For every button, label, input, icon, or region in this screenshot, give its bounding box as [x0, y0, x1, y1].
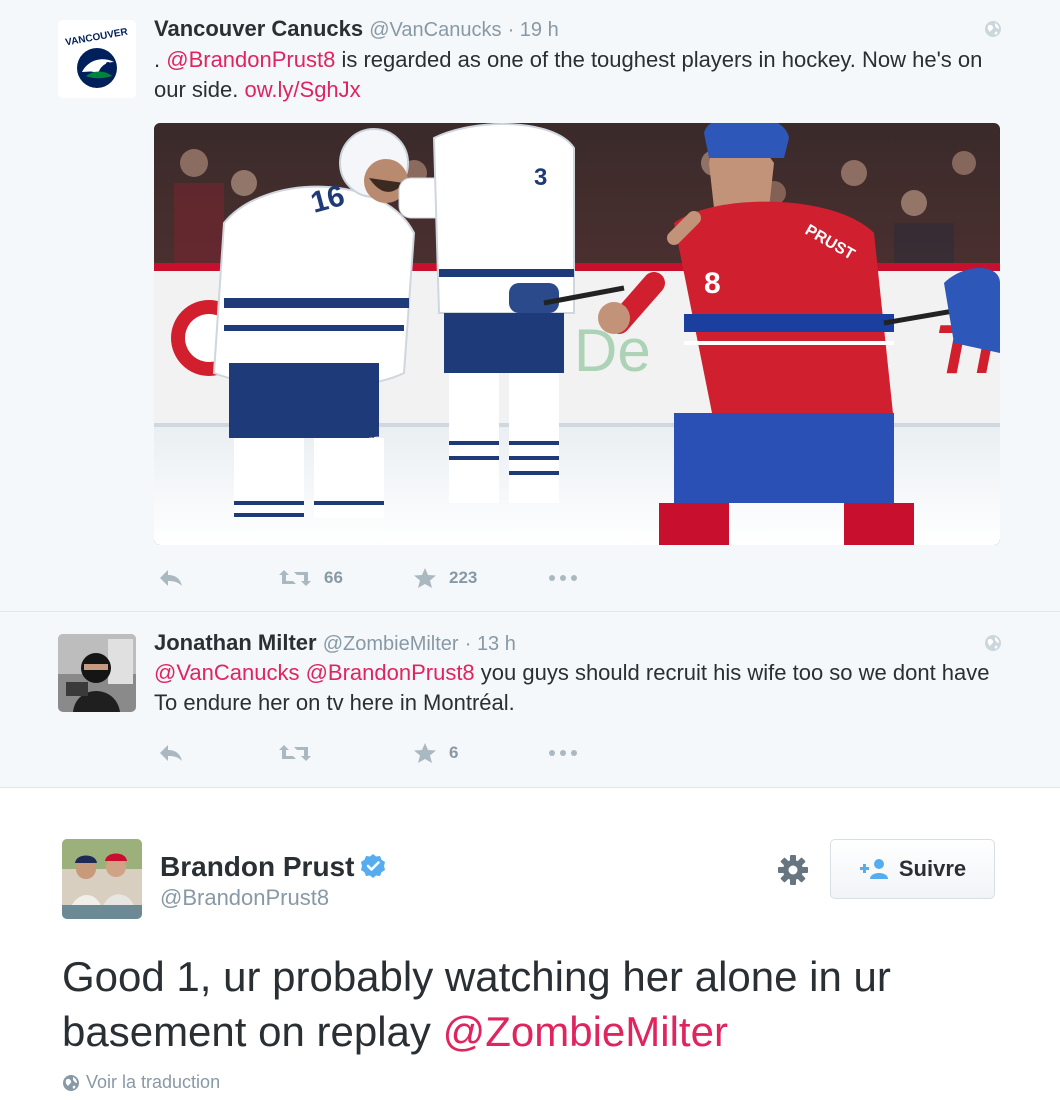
- tweet-jonathan-milter[interactable]: Jonathan Milter @ZombieMilter · 13 h @Va…: [0, 612, 1060, 788]
- like-count: 223: [449, 568, 478, 587]
- retweet-button[interactable]: [278, 743, 413, 763]
- retweet-count: 66: [324, 568, 343, 587]
- tweet-time[interactable]: 19 h: [520, 19, 559, 41]
- globe-icon: [985, 21, 1001, 37]
- follow-button[interactable]: Suivre: [830, 839, 995, 899]
- featured-tweet: Brandon Prust @BrandonPrust8 Suivre Good…: [0, 789, 1060, 1100]
- star-icon: [414, 743, 436, 763]
- like-button[interactable]: 6: [413, 742, 548, 764]
- tweet-header: Jonathan Milter @ZombieMilter · 13 h: [154, 630, 516, 656]
- tweet-actions: 6: [158, 740, 580, 766]
- tweet-text: Good 1, ur probably watching her alone i…: [62, 949, 1022, 1059]
- author-name[interactable]: Brandon Prust: [160, 851, 386, 883]
- reply-icon: [160, 570, 182, 586]
- svg-text:3: 3: [534, 164, 547, 191]
- add-user-icon: [859, 859, 888, 879]
- author-username[interactable]: @VanCanucks: [369, 19, 501, 41]
- retweet-button[interactable]: 66: [278, 568, 413, 588]
- tweet-text: @VanCanucks @BrandonPrust8 you guys shou…: [154, 658, 1004, 718]
- like-button[interactable]: 223: [413, 567, 548, 589]
- avatar-brandon-prust[interactable]: [62, 839, 142, 919]
- reply-button[interactable]: [158, 743, 278, 763]
- svg-text:8: 8: [704, 267, 721, 300]
- like-count: 6: [449, 743, 459, 762]
- author-name-text: Brandon Prust: [160, 851, 355, 882]
- reply-button[interactable]: [158, 568, 278, 588]
- follow-label: Suivre: [898, 856, 967, 881]
- star-icon: [414, 568, 436, 588]
- globe-icon: [63, 1074, 79, 1091]
- separator: ·: [507, 19, 520, 41]
- reply-icon: [160, 745, 182, 761]
- globe-icon: [985, 635, 1001, 651]
- tweet-photo[interactable]: De Ti 16 BAUER 3 8 PRUST: [154, 123, 1000, 545]
- retweet-icon: [279, 570, 311, 586]
- separator: ·: [464, 633, 477, 655]
- author-name[interactable]: Jonathan Milter: [154, 630, 317, 655]
- tweet-actions: 66 223: [158, 565, 580, 591]
- avatar-jonathan-milter[interactable]: [58, 634, 136, 712]
- translate-label: Voir la traduction: [86, 1072, 221, 1092]
- text-prefix: .: [154, 47, 167, 72]
- verified-badge-icon: [361, 854, 386, 878]
- more-icon: [549, 750, 577, 756]
- translate-link[interactable]: Voir la traduction: [62, 1072, 220, 1093]
- retweet-icon: [279, 745, 311, 761]
- more-button[interactable]: [548, 574, 580, 582]
- author-username[interactable]: @BrandonPrust8: [160, 885, 329, 911]
- tweet-vancouver-canucks[interactable]: VANCOUVER Vancouver Canucks @VanCanucks …: [0, 0, 1060, 612]
- avatar-vancouver-canucks[interactable]: VANCOUVER: [58, 20, 136, 98]
- mention-link[interactable]: @BrandonPrust8: [166, 47, 335, 72]
- tweet-header: Vancouver Canucks @VanCanucks · 19 h: [154, 16, 559, 42]
- gear-icon[interactable]: [776, 853, 810, 887]
- mention-link[interactable]: @VanCanucks: [154, 660, 299, 685]
- author-username[interactable]: @ZombieMilter: [323, 633, 459, 655]
- more-icon: [549, 575, 577, 581]
- author-name[interactable]: Vancouver Canucks: [154, 16, 363, 41]
- tweet-text: . @BrandonPrust8 is regarded as one of t…: [154, 45, 1004, 105]
- mention-link[interactable]: @ZombieMilter: [443, 1008, 728, 1055]
- more-button[interactable]: [548, 749, 580, 757]
- url-link[interactable]: ow.ly/SghJx: [245, 77, 361, 102]
- tweet-time[interactable]: 13 h: [477, 633, 516, 655]
- mention-link[interactable]: @BrandonPrust8: [306, 660, 475, 685]
